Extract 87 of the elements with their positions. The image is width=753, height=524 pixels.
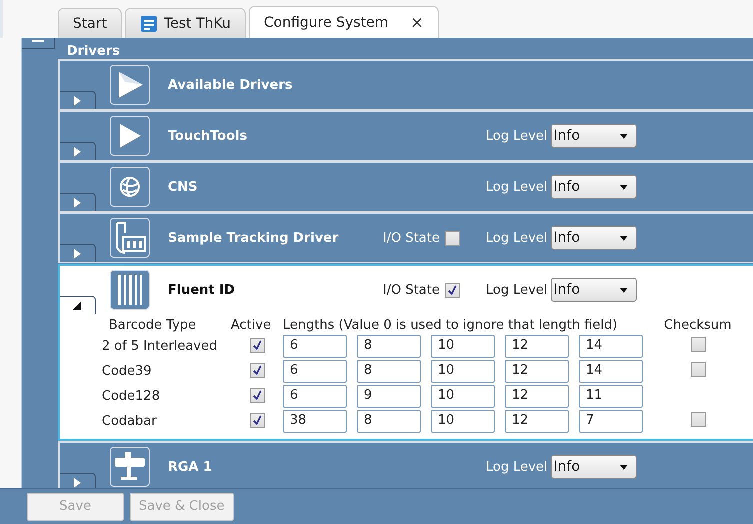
length-input[interactable]: 6 xyxy=(283,385,347,408)
barcode-icon xyxy=(116,273,144,307)
length-input[interactable]: 7 xyxy=(579,410,643,433)
expander-toggle[interactable] xyxy=(60,142,96,160)
checkbox[interactable] xyxy=(690,362,706,377)
log-level-label: Log Level xyxy=(486,128,548,144)
collapse-toggle[interactable] xyxy=(22,38,55,49)
barcode-type-cell-text: 2 of 5 Interleaved xyxy=(102,339,219,354)
close-icon[interactable]: × xyxy=(410,13,424,32)
log-level-dropdown[interactable]: Info xyxy=(550,175,637,199)
log-level-dropdown[interactable]: Info xyxy=(550,455,637,479)
length-input[interactable]: 10 xyxy=(431,385,495,408)
checkbox[interactable] xyxy=(690,337,706,352)
log-level-dropdown[interactable]: Info xyxy=(550,124,637,148)
column-header: Active xyxy=(231,318,272,333)
length-input[interactable]: 10 xyxy=(431,335,495,358)
driver-name: Available Drivers xyxy=(168,78,294,92)
checkbox[interactable] xyxy=(690,412,706,427)
caret-icon xyxy=(620,134,628,138)
driver-row[interactable]: TouchTools Log Level Info xyxy=(58,110,753,161)
expander-toggle[interactable] xyxy=(60,296,96,314)
expander-toggle[interactable] xyxy=(60,244,96,262)
barcode-type-cell-text: Code128 xyxy=(102,389,162,404)
length-input[interactable]: 12 xyxy=(505,335,569,358)
play-icon xyxy=(117,122,143,150)
log-level-label: Log Level xyxy=(486,230,548,246)
length-input[interactable]: 9 xyxy=(357,385,421,408)
expand-arrow-icon xyxy=(73,478,82,488)
length-input[interactable]: 12 xyxy=(505,385,569,408)
driver-name: Sample Tracking Driver xyxy=(168,230,340,246)
caret-icon xyxy=(620,464,628,470)
length-input[interactable]: 10 xyxy=(431,360,495,383)
log-level-label: Log Level xyxy=(486,282,548,298)
caret-icon xyxy=(620,184,628,190)
length-input[interactable]: 12 xyxy=(505,410,569,433)
length-input[interactable]: 6 xyxy=(283,360,347,383)
length-input[interactable]: 38 xyxy=(283,410,347,433)
io-state-label: I/O State xyxy=(383,282,440,298)
log-level-label: Log Level xyxy=(486,460,548,474)
driver-name: RGA 1 xyxy=(168,460,214,474)
expand-arrow-icon xyxy=(73,248,82,258)
length-input[interactable]: 14 xyxy=(579,360,643,383)
length-input[interactable]: 10 xyxy=(431,410,495,433)
length-input[interactable]: 6 xyxy=(283,335,347,358)
driver-name: Fluent ID xyxy=(168,282,236,298)
section-title: Drivers xyxy=(67,44,120,59)
column-header: Barcode Type xyxy=(108,318,196,333)
tab[interactable]: Start xyxy=(58,8,122,38)
expander-toggle[interactable] xyxy=(60,193,96,211)
checkbox[interactable] xyxy=(445,230,460,246)
column-header: Checksum xyxy=(664,318,732,333)
expander-toggle[interactable] xyxy=(60,91,96,109)
length-input[interactable]: 8 xyxy=(357,335,421,358)
io-state-label: I/O State xyxy=(383,230,440,246)
expand-arrow-icon xyxy=(73,198,82,208)
length-input[interactable]: 8 xyxy=(357,360,421,383)
log-level-label: Log Level xyxy=(486,180,548,194)
caret-icon xyxy=(620,288,628,292)
tab[interactable]: Test ThKu xyxy=(125,8,246,38)
driver-row[interactable]: CNS Log Level Info xyxy=(58,161,753,212)
driver-name: CNS xyxy=(168,180,199,194)
driver-row[interactable]: Available Drivers xyxy=(58,59,753,110)
checkbox[interactable] xyxy=(250,363,264,378)
log-level-dropdown[interactable]: Info xyxy=(550,278,637,302)
expand-arrow-icon xyxy=(73,146,82,156)
driver-row[interactable]: RGA 1 Log Level Info xyxy=(58,441,753,488)
log-level-dropdown[interactable]: Info xyxy=(550,226,637,250)
barcode-type-cell-text: Codabar xyxy=(102,414,158,429)
driver-row[interactable]: Sample Tracking Driver I/O State Log Level Info xyxy=(58,212,753,263)
checkbox[interactable] xyxy=(250,338,264,353)
tab[interactable]: Configure System × xyxy=(249,6,439,38)
globe-icon xyxy=(119,176,141,198)
barcode-type-cell-text: Code39 xyxy=(102,364,153,379)
length-input[interactable]: 8 xyxy=(357,410,421,433)
driver-name: TouchTools xyxy=(168,128,248,144)
expand-arrow-icon xyxy=(73,96,82,106)
length-input[interactable]: 12 xyxy=(505,360,569,383)
checkbox[interactable] xyxy=(445,282,460,298)
collapse-arrow-icon xyxy=(73,300,82,310)
document-icon xyxy=(140,14,158,32)
checkbox[interactable] xyxy=(250,413,264,428)
caret-icon xyxy=(620,236,628,240)
length-input[interactable]: 11 xyxy=(579,385,643,408)
checkbox[interactable] xyxy=(250,388,264,403)
column-header: Lengths (Value 0 is used to ignore that length field) xyxy=(283,318,618,333)
driver-panel[interactable] xyxy=(58,264,753,441)
length-input[interactable]: 14 xyxy=(579,335,643,358)
